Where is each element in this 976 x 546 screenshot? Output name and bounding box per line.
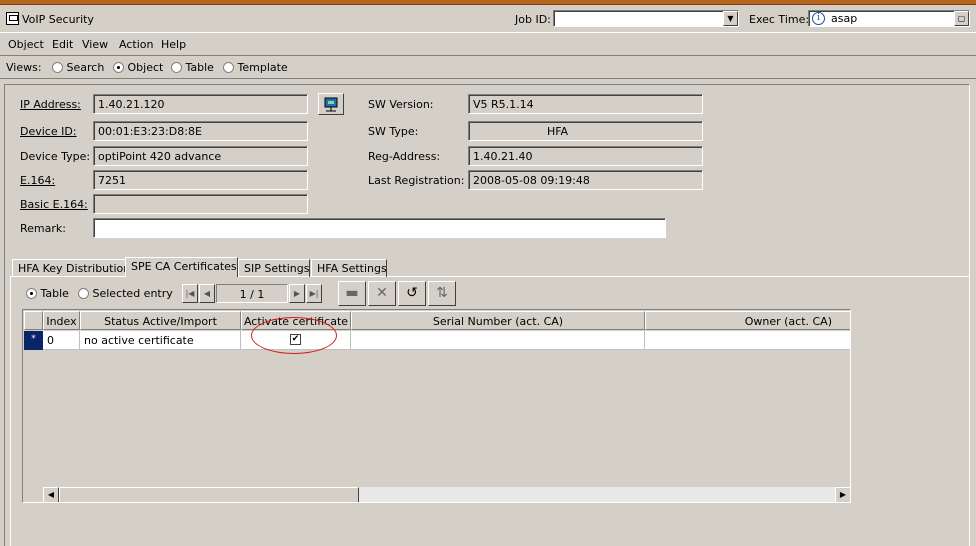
calendar-icon[interactable]: ▢ [954,11,969,26]
sw-type-label: SW Type: [368,125,419,138]
scrollbar-thumb[interactable] [59,487,359,502]
last-registration-field: 2008-05-08 09:19:48 [468,170,703,190]
undo-icon: ↺ [406,285,418,301]
chevron-down-icon[interactable]: ▼ [723,11,738,26]
broom-icon: ⇅ [436,285,448,301]
column-header-serial-number[interactable]: Serial Number (act. CA) [351,311,645,330]
tab-hfa-settings[interactable]: HFA Settings [311,259,387,277]
tab-hfa-key-distribution[interactable]: HFA Key Distribution [12,259,130,277]
view-search-radio[interactable]: Search [52,61,104,74]
remark-input[interactable] [93,218,666,238]
selected-entry-mode-radio[interactable]: Selected entry [78,287,173,300]
radio-icon [171,62,182,73]
menu-action[interactable]: Action [119,38,153,51]
next-page-icon[interactable]: ▶ [289,284,305,303]
first-page-icon[interactable]: |◀ [182,284,198,303]
tab-spe-ca-certificates[interactable]: SPE CA Certificates [125,257,238,277]
view-template-radio[interactable]: Template [223,61,288,74]
column-header-status[interactable]: Status Active/Import [80,311,241,330]
radio-selected-icon [113,62,124,73]
table-mode-radio[interactable]: Table [26,287,69,300]
activate-checkbox[interactable]: ✔ [290,334,301,345]
basic-e164-label[interactable]: Basic E.164: [20,198,88,211]
last-page-icon[interactable]: ▶| [306,284,322,303]
exec-time-field[interactable]: i asap ▢ [808,10,970,27]
app-window-icon [6,12,19,25]
ip-address-label[interactable]: IP Address: [20,98,81,111]
sw-type-field: HFA [468,121,703,141]
menu-bar: Object Edit View Action Help [0,34,976,56]
views-label: Views: [6,61,42,74]
view-table-radio[interactable]: Table [171,61,214,74]
radio-icon [52,62,63,73]
menu-view[interactable]: View [82,38,108,51]
column-header-index[interactable]: Index [43,311,80,330]
device-id-field: 00:01:E3:23:D8:8E [93,121,308,141]
exec-time-value: asap [831,12,858,25]
row-marker[interactable]: * [24,331,43,350]
cell-index[interactable]: 0 [43,331,80,350]
row-header-corner [24,311,43,330]
view-object-radio[interactable]: Object [113,61,163,74]
basic-e164-field [93,194,308,214]
e164-label[interactable]: E.164: [20,174,55,187]
undo-button[interactable]: ↺ [398,281,426,306]
radio-icon [223,62,234,73]
network-icon [324,97,338,112]
horizontal-scrollbar[interactable]: ◀ ▶ [43,487,850,502]
job-id-label: Job ID: [515,13,551,26]
reg-address-label: Reg-Address: [368,150,441,163]
delete-icon: ✕ [376,285,388,301]
scroll-right-icon[interactable]: ▶ [835,487,850,502]
last-registration-label: Last Registration: [368,174,465,187]
views-bar: Views: Search Object Table Template [0,57,976,79]
menu-object[interactable]: Object [8,38,44,51]
exec-time-label: Exec Time: [749,13,810,26]
info-icon: i [812,12,825,25]
new-entry-button[interactable]: ▬ [338,281,366,306]
column-header-activate[interactable]: Activate certificate [241,311,351,330]
column-header-owner[interactable]: Owner (act. CA) [645,311,850,330]
reg-address-field: 1.40.21.40 [468,146,703,166]
menu-help[interactable]: Help [161,38,186,51]
cell-activate[interactable]: ✔ [241,331,351,350]
tab-sip-settings[interactable]: SIP Settings [238,259,310,277]
clear-sort-button[interactable]: ⇅ [428,281,456,306]
e164-field: 7251 [93,170,308,190]
certificates-table: Index Status Active/Import Activate cert… [22,309,851,503]
radio-icon [78,288,89,299]
device-id-label[interactable]: Device ID: [20,125,77,138]
sw-version-field: V5 R5.1.14 [468,94,703,114]
page-indicator: 1 / 1 [216,284,288,303]
device-type-field: optiPoint 420 advance [93,146,308,166]
network-connect-button[interactable] [318,93,344,115]
remark-label: Remark: [20,222,66,235]
ip-address-field: 1.40.21.120 [93,94,308,114]
cell-serial-number[interactable] [351,331,645,350]
job-id-dropdown[interactable]: ▼ [553,10,739,27]
folder-icon: ▬ [345,285,359,301]
delete-button[interactable]: ✕ [368,281,396,306]
title-bar: VoIP Security Job ID: ▼ Exec Time: i asa… [0,5,976,33]
prev-page-icon[interactable]: ◀ [199,284,215,303]
radio-selected-icon [26,288,37,299]
scroll-left-icon[interactable]: ◀ [43,487,59,502]
device-type-label: Device Type: [20,150,91,163]
window-title: VoIP Security [22,13,94,26]
sw-version-label: SW Version: [368,98,434,111]
cell-status[interactable]: no active certificate [80,331,241,350]
menu-edit[interactable]: Edit [52,38,73,51]
cell-owner[interactable] [645,331,850,350]
